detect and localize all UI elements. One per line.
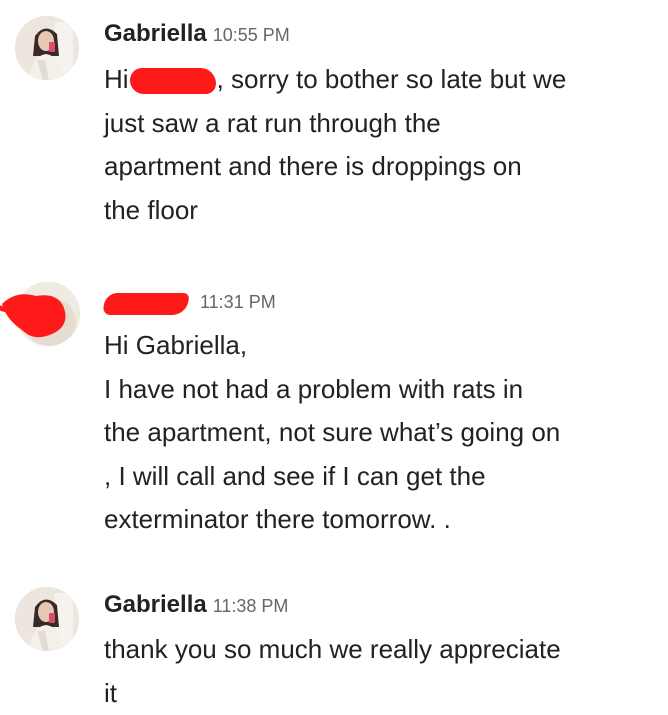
message-line: just saw a rat run through the	[104, 102, 660, 146]
sender-line: 11:31 PM	[104, 287, 276, 315]
message-body: thank you so much we really appreciate i…	[104, 628, 660, 715]
redacted-sender-name	[102, 293, 189, 315]
message-line: exterminator there tomorrow. .	[104, 498, 660, 542]
sender-name[interactable]: Gabriella	[104, 20, 207, 47]
sender-line: Gabriella 10:55 PM	[104, 20, 290, 48]
profile-photo-icon	[15, 16, 79, 80]
sender-line: Gabriella 11:38 PM	[104, 591, 288, 619]
timestamp: 11:31 PM	[200, 292, 276, 312]
avatar[interactable]	[15, 16, 79, 80]
message-line: it	[104, 672, 660, 715]
message-line: the apartment, not sure what’s going on	[104, 411, 660, 455]
message-line: , I will call and see if I can get the	[104, 455, 660, 499]
avatar[interactable]	[15, 587, 79, 651]
message-text: Hi	[104, 64, 129, 94]
message-line: the floor	[104, 189, 660, 233]
message-line: apartment and there is droppings on	[104, 145, 660, 189]
redacted-name	[130, 68, 216, 94]
redacted-avatar-scribble	[0, 282, 80, 346]
profile-photo-icon	[15, 587, 79, 651]
timestamp: 10:55 PM	[213, 25, 290, 45]
message-text: , sorry to bother so late but we	[217, 64, 567, 94]
message-line: Hi Gabriella,	[104, 324, 660, 368]
message-line: thank you so much we really appreciate	[104, 628, 660, 672]
message-body: Hi Gabriella, I have not had a problem w…	[104, 324, 660, 542]
message-line: I have not had a problem with rats in	[104, 368, 660, 412]
sender-name[interactable]: Gabriella	[104, 591, 207, 618]
timestamp: 11:38 PM	[213, 596, 289, 616]
message-body: Hi , sorry to bother so late but we just …	[104, 58, 660, 232]
message-line: Hi , sorry to bother so late but we	[104, 58, 660, 102]
